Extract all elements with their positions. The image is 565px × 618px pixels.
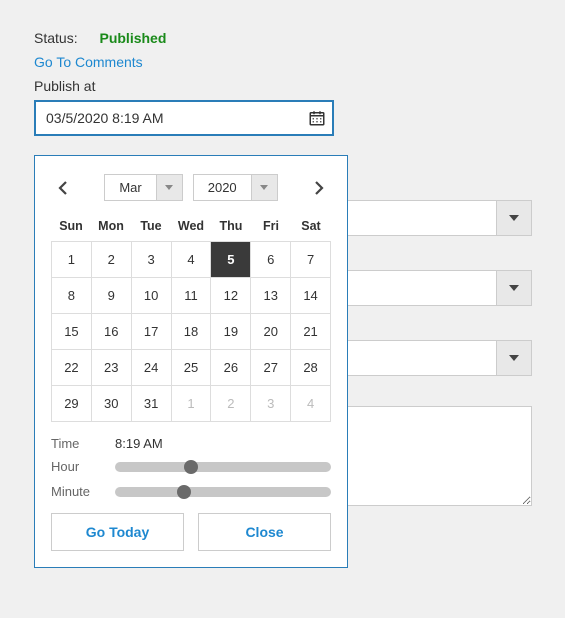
calendar-day[interactable]: 6 (251, 242, 291, 278)
go-to-comments-link[interactable]: Go To Comments (34, 54, 143, 70)
status-value: Published (99, 30, 166, 46)
hour-label: Hour (51, 459, 115, 474)
calendar-day[interactable]: 21 (291, 314, 331, 350)
calendar-day[interactable]: 24 (132, 350, 172, 386)
calendar-day[interactable]: 1 (52, 242, 92, 278)
calendar-day[interactable]: 13 (251, 278, 291, 314)
calendar-day[interactable]: 2 (92, 242, 132, 278)
time-value: 8:19 AM (115, 436, 163, 451)
calendar-day[interactable]: 16 (92, 314, 132, 350)
chevron-down-icon (509, 285, 519, 291)
prev-month-button[interactable] (51, 176, 75, 200)
date-picker: Mar 2020 SunMonTueWedThuFriSat 123456789… (34, 155, 348, 568)
chevron-down-icon (509, 355, 519, 361)
calendar-day[interactable]: 25 (172, 350, 212, 386)
calendar-day[interactable]: 11 (172, 278, 212, 314)
calendar-day[interactable]: 8 (52, 278, 92, 314)
dow-header: Tue (131, 215, 171, 237)
calendar-day[interactable]: 5 (211, 242, 251, 278)
calendar-day[interactable]: 4 (291, 386, 331, 422)
dow-header: Wed (171, 215, 211, 237)
calendar-day[interactable]: 15 (52, 314, 92, 350)
status-label: Status: (34, 30, 78, 46)
dow-header: Sat (291, 215, 331, 237)
publish-at-label: Publish at (34, 78, 531, 94)
calendar-day[interactable]: 17 (132, 314, 172, 350)
chevron-down-icon (509, 215, 519, 221)
dow-header: Thu (211, 215, 251, 237)
go-today-button[interactable]: Go Today (51, 513, 184, 551)
calendar-day[interactable]: 2 (211, 386, 251, 422)
publish-at-input[interactable] (34, 100, 334, 136)
minute-label: Minute (51, 484, 115, 499)
calendar-day[interactable]: 3 (251, 386, 291, 422)
dow-header: Fri (251, 215, 291, 237)
month-select-value: Mar (105, 175, 155, 200)
year-select-value: 2020 (194, 175, 251, 200)
calendar-day[interactable]: 14 (291, 278, 331, 314)
chevron-down-icon (156, 175, 182, 200)
calendar-day[interactable]: 19 (211, 314, 251, 350)
calendar-day[interactable]: 23 (92, 350, 132, 386)
calendar-day[interactable]: 18 (172, 314, 212, 350)
calendar-day[interactable]: 20 (251, 314, 291, 350)
month-select[interactable]: Mar (104, 174, 182, 201)
calendar-day[interactable]: 27 (251, 350, 291, 386)
calendar-day[interactable]: 10 (132, 278, 172, 314)
minute-slider[interactable] (115, 487, 331, 497)
calendar-day[interactable]: 1 (172, 386, 212, 422)
next-month-button[interactable] (307, 176, 331, 200)
calendar-day[interactable]: 4 (172, 242, 212, 278)
calendar-day[interactable]: 7 (291, 242, 331, 278)
calendar-day[interactable]: 28 (291, 350, 331, 386)
calendar-day[interactable]: 29 (52, 386, 92, 422)
dow-header: Mon (91, 215, 131, 237)
dow-header: Sun (51, 215, 91, 237)
calendar-day[interactable]: 9 (92, 278, 132, 314)
calendar-day[interactable]: 31 (132, 386, 172, 422)
calendar-day[interactable]: 22 (52, 350, 92, 386)
hour-slider[interactable] (115, 462, 331, 472)
close-button[interactable]: Close (198, 513, 331, 551)
year-select[interactable]: 2020 (193, 174, 278, 201)
chevron-down-icon (251, 175, 277, 200)
calendar-day[interactable]: 26 (211, 350, 251, 386)
calendar-day[interactable]: 12 (211, 278, 251, 314)
time-label: Time (51, 436, 115, 451)
calendar-day[interactable]: 30 (92, 386, 132, 422)
calendar-day[interactable]: 3 (132, 242, 172, 278)
